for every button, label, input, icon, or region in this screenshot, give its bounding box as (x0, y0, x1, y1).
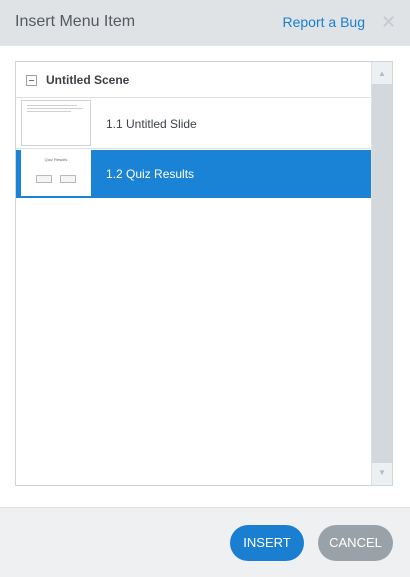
thumbnail-title: Quiz Results (44, 157, 68, 162)
scene-row[interactable]: Untitled Scene (16, 62, 371, 98)
insert-button[interactable]: INSERT (230, 525, 304, 561)
close-icon[interactable]: ✕ (381, 12, 396, 32)
collapse-icon[interactable] (26, 75, 37, 86)
scrollbar[interactable]: ▲ ▼ (371, 62, 392, 485)
slide-tree-panel: Untitled Scene 1.1 Untitled Slide Quiz R… (15, 61, 393, 486)
slide-thumbnail: Quiz Results (21, 150, 91, 196)
cancel-button[interactable]: CANCEL (318, 525, 393, 561)
dialog-footer: INSERT CANCEL (0, 507, 410, 577)
slide-thumbnail (21, 100, 91, 146)
slide-item-1-2[interactable]: Quiz Results 1.2 Quiz Results (16, 150, 371, 198)
slide-label: 1.1 Untitled Slide (106, 117, 197, 131)
slide-label: 1.2 Quiz Results (106, 167, 195, 181)
report-bug-link[interactable]: Report a Bug (283, 14, 366, 30)
scroll-up-icon[interactable]: ▲ (372, 66, 392, 82)
scene-label: Untitled Scene (46, 73, 130, 87)
dialog-titlebar: Insert Menu Item Report a Bug ✕ (0, 0, 410, 46)
scrollbar-track[interactable] (372, 84, 392, 463)
scroll-down-icon[interactable]: ▼ (372, 465, 392, 481)
dialog-title: Insert Menu Item (15, 13, 136, 30)
slide-item-1-1[interactable]: 1.1 Untitled Slide (16, 100, 371, 149)
